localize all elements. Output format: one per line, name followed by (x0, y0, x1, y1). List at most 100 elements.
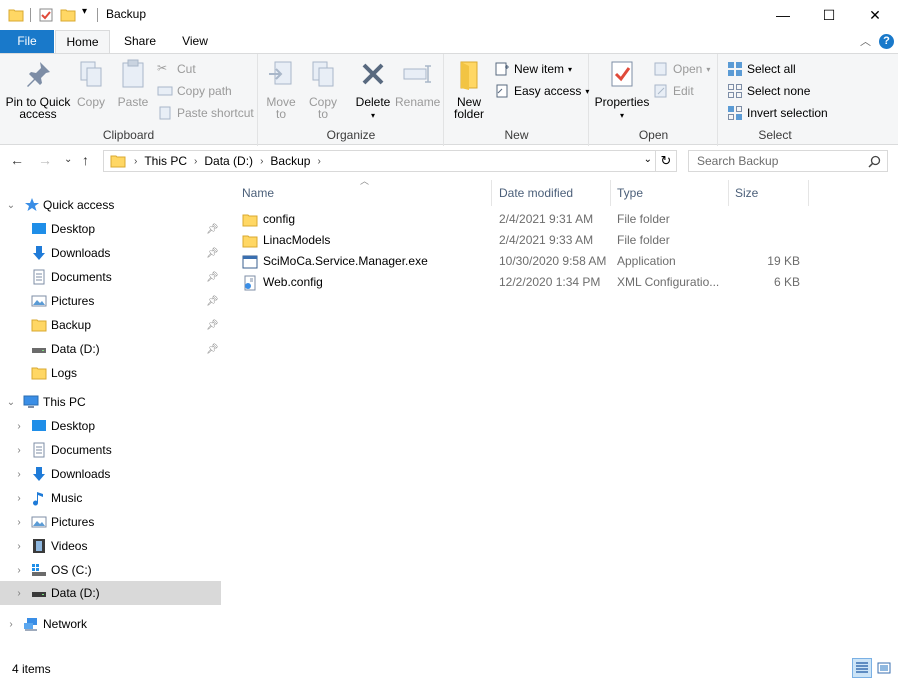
expand-chevron-icon[interactable]: › (14, 421, 24, 432)
minimize-button[interactable]: — (760, 0, 806, 30)
nav-item-videos[interactable]: › Videos (0, 535, 221, 557)
expand-chevron-icon[interactable]: › (14, 517, 24, 528)
pin-to-quick-access-button[interactable]: Pin to Quick access (4, 58, 72, 120)
nav-item-downloads-quick[interactable]: Downloads 📌︎ (0, 242, 221, 264)
nav-item-desktop-quick[interactable]: Desktop 📌︎ (0, 218, 221, 240)
copy-to-button[interactable]: Copy to (305, 58, 341, 120)
copy-button[interactable]: Copy (74, 58, 108, 108)
file-row[interactable]: config 2/4/2021 9:31 AM File folder (236, 209, 808, 230)
invert-selection-button[interactable]: Invert selection (727, 104, 828, 122)
breadcrumb-chevron-icon[interactable]: › (258, 156, 265, 167)
paste-shortcut-button[interactable]: Paste shortcut (157, 104, 254, 122)
customize-dropdown-icon[interactable]: ▾ (82, 6, 87, 17)
search-icon[interactable] (868, 155, 881, 168)
collapse-chevron-icon[interactable]: ⌄ (6, 397, 16, 408)
open-button[interactable]: Open ▾ (653, 60, 710, 78)
address-dropdown-icon[interactable]: ⌄ (644, 154, 652, 165)
expand-chevron-icon[interactable]: › (14, 588, 24, 599)
nav-item-logs-quick[interactable]: Logs (0, 362, 221, 384)
recent-locations-dropdown-icon[interactable]: ⌄ (64, 154, 72, 165)
expand-chevron-icon[interactable]: › (14, 445, 24, 456)
tab-file[interactable]: File (0, 30, 54, 53)
clipboard-group-label: Clipboard (102, 128, 155, 142)
pin-icon[interactable]: 📌︎ (206, 320, 219, 331)
file-row[interactable]: SciMoCa.Service.Manager.exe 10/30/2020 9… (236, 251, 808, 272)
nav-item-this-pc[interactable]: ⌄ This PC (0, 391, 221, 413)
expand-chevron-icon[interactable]: › (6, 619, 16, 630)
nav-item-quick-access[interactable]: ⌄ Quick access (0, 194, 221, 216)
maximize-button[interactable]: ☐ (806, 0, 852, 30)
back-arrow-icon[interactable]: ← (10, 152, 24, 168)
expand-chevron-icon[interactable]: › (14, 469, 24, 480)
nav-item-backup-quick[interactable]: Backup 📌︎ (0, 314, 221, 336)
nav-item-network[interactable]: › Network (0, 613, 221, 635)
breadcrumb-chevron-icon[interactable]: › (192, 156, 199, 167)
column-header-type[interactable]: Type (607, 180, 725, 206)
paste-shortcut-icon (159, 106, 171, 120)
rename-button[interactable]: Rename (395, 58, 440, 108)
paste-button[interactable]: Paste (114, 58, 152, 108)
easy-access-button[interactable]: Easy access ▾ (494, 82, 589, 100)
pin-icon[interactable]: 📌︎ (206, 272, 219, 283)
expand-chevron-icon[interactable]: › (14, 493, 24, 504)
nav-item-data-d-quick[interactable]: Data (D:) 📌︎ (0, 338, 221, 360)
column-header-size[interactable]: Size (725, 180, 807, 206)
address-bar[interactable]: › This PC › Data (D:) › Backup › ⌄ ↻ (103, 150, 677, 172)
nav-item-pictures-quick[interactable]: Pictures 📌︎ (0, 290, 221, 312)
nav-item-data-d[interactable]: › Data (D:) (0, 581, 221, 605)
delete-button[interactable]: Delete ▾ (353, 58, 393, 122)
up-arrow-icon[interactable]: ↑ (82, 152, 89, 168)
properties-check-icon[interactable] (38, 7, 54, 23)
tab-home[interactable]: Home (55, 30, 110, 54)
select-none-button[interactable]: Select none (727, 82, 810, 100)
collapse-chevron-icon[interactable]: ⌄ (6, 200, 16, 211)
select-all-button[interactable]: Select all (727, 60, 796, 78)
search-input[interactable]: Search Backup (688, 150, 888, 172)
folder-icon[interactable] (8, 7, 24, 23)
column-header-date-modified[interactable]: Date modified (489, 180, 607, 206)
close-button[interactable]: ✕ (852, 0, 898, 30)
new-folder-icon[interactable] (60, 7, 76, 23)
nav-item-documents[interactable]: › Documents (0, 439, 221, 461)
pin-icon[interactable]: 📌︎ (206, 344, 219, 355)
nav-item-documents-quick[interactable]: Documents 📌︎ (0, 266, 221, 288)
column-header-name[interactable]: Name (232, 180, 484, 206)
nav-item-desktop[interactable]: › Desktop (0, 415, 221, 437)
properties-button[interactable]: Properties ▾ (592, 58, 652, 122)
large-icons-view-button[interactable] (874, 658, 894, 678)
cut-button[interactable]: ✂ Cut (157, 60, 196, 78)
help-icon[interactable]: ? (879, 33, 894, 49)
refresh-icon[interactable]: ↻ (655, 150, 677, 172)
tab-view[interactable]: View (168, 30, 222, 53)
rename-icon (403, 65, 431, 83)
file-row[interactable]: Web.config 12/2/2020 1:34 PM XML Configu… (236, 272, 808, 293)
breadcrumb-this-pc[interactable]: This PC (139, 154, 192, 168)
breadcrumb-backup[interactable]: Backup (265, 154, 315, 168)
pin-icon[interactable]: 📌︎ (206, 224, 219, 235)
details-view-button[interactable] (852, 658, 872, 678)
breadcrumb-data-d[interactable]: Data (D:) (199, 154, 258, 168)
column-separator[interactable] (808, 180, 809, 206)
copy-path-button[interactable]: Copy path (157, 82, 232, 100)
delete-dropdown-icon[interactable]: ▾ (353, 110, 393, 122)
expand-chevron-icon[interactable]: › (14, 565, 24, 576)
edit-button[interactable]: Edit (653, 82, 694, 100)
collapse-ribbon-icon[interactable]: ︿ (860, 33, 871, 49)
properties-dropdown-icon[interactable]: ▾ (592, 110, 652, 122)
pin-icon[interactable]: 📌︎ (206, 296, 219, 307)
new-folder-button[interactable]: New folder (449, 58, 489, 120)
file-name: SciMoCa.Service.Manager.exe (263, 254, 428, 268)
move-to-button[interactable]: Move to (263, 58, 299, 120)
pin-icon[interactable]: 📌︎ (206, 248, 219, 259)
breadcrumb-chevron-icon[interactable]: › (315, 156, 322, 167)
tab-share[interactable]: Share (112, 30, 168, 53)
nav-item-os-c[interactable]: › OS (C:) (0, 559, 221, 581)
forward-arrow-icon[interactable]: → (38, 152, 52, 168)
nav-item-pictures[interactable]: › Pictures (0, 511, 221, 533)
nav-item-music[interactable]: › Music (0, 487, 221, 509)
nav-item-downloads[interactable]: › Downloads (0, 463, 221, 485)
file-row[interactable]: LinacModels 2/4/2021 9:33 AM File folder (236, 230, 808, 251)
expand-chevron-icon[interactable]: › (14, 541, 24, 552)
breadcrumb-chevron-icon[interactable]: › (132, 156, 139, 167)
new-item-button[interactable]: New item ▾ (494, 60, 572, 78)
